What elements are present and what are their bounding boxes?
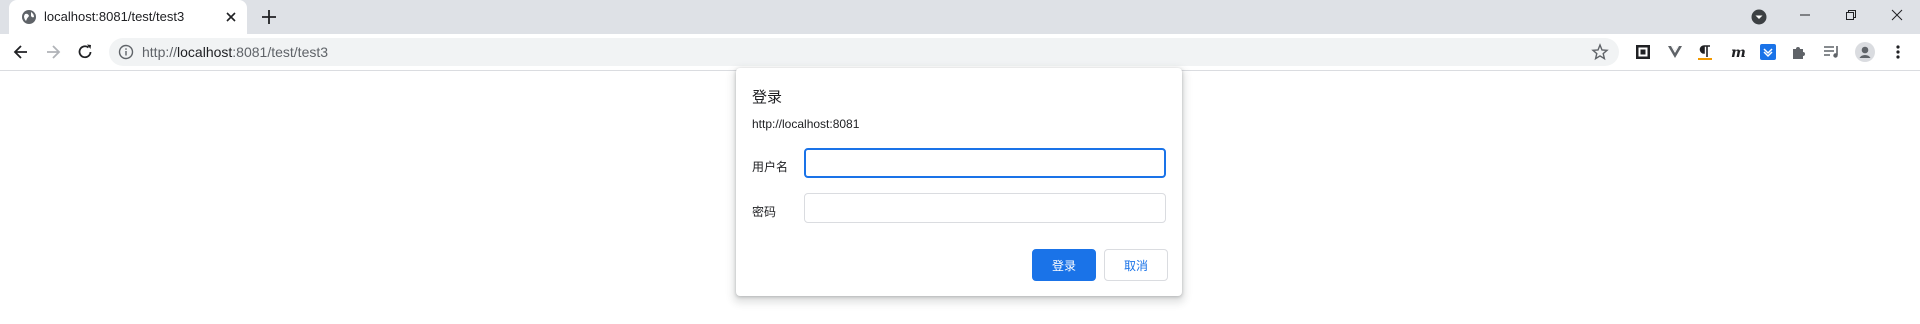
browser-toolbar: http://localhost:8081/test/test3 m [0, 34, 1920, 71]
info-icon[interactable] [118, 44, 134, 60]
sign-in-dialog: 登录 http://localhost:8081 用户名 密码 登录 取消 [736, 68, 1182, 296]
url-path: :8081/test/test3 [232, 44, 329, 60]
dialog-origin: http://localhost:8081 [752, 117, 860, 131]
avatar-icon[interactable] [1855, 42, 1875, 62]
login-button[interactable]: 登录 [1032, 249, 1096, 281]
active-tab[interactable]: localhost:8081/test/test3 [9, 0, 247, 34]
bookmark-star-icon[interactable] [1591, 43, 1609, 61]
new-tab-icon[interactable] [260, 8, 278, 26]
url-host: localhost [177, 44, 233, 60]
tab-title: localhost:8081/test/test3 [44, 9, 185, 24]
minimize-button[interactable] [1782, 0, 1828, 30]
username-label: 用户名 [752, 160, 789, 174]
globe-icon [22, 10, 36, 24]
m-icon[interactable]: m [1727, 42, 1747, 62]
close-tab-icon[interactable] [223, 9, 239, 25]
vue-devtools-icon[interactable] [1665, 42, 1685, 62]
reload-icon[interactable] [75, 42, 95, 62]
url-text: http://localhost:8081/test/test3 [142, 44, 328, 60]
tab-search-icon[interactable] [1751, 9, 1767, 25]
restore-button[interactable] [1828, 0, 1874, 30]
password-input[interactable] [804, 193, 1166, 223]
qr-icon[interactable] [1633, 42, 1653, 62]
menu-icon[interactable] [1888, 42, 1908, 62]
tab-strip: localhost:8081/test/test3 [0, 0, 1920, 34]
paragraph-icon[interactable] [1695, 42, 1715, 62]
media-icon[interactable] [1822, 42, 1842, 62]
download-icon[interactable] [1758, 42, 1778, 62]
username-input[interactable] [804, 148, 1166, 178]
cancel-button[interactable]: 取消 [1104, 249, 1168, 281]
password-label: 密码 [752, 205, 777, 219]
forward-icon[interactable] [43, 42, 63, 62]
svg-text:m: m [1731, 45, 1745, 60]
back-icon[interactable] [11, 42, 31, 62]
url-scheme: http:// [142, 44, 178, 60]
restore-icon [1846, 10, 1856, 20]
close-window-button[interactable] [1874, 0, 1920, 30]
close-icon [1891, 9, 1903, 21]
dialog-title: 登录 [752, 89, 783, 106]
puzzle-icon[interactable] [1789, 42, 1809, 62]
address-bar[interactable]: http://localhost:8081/test/test3 [109, 38, 1619, 66]
minimize-icon [1800, 14, 1810, 16]
